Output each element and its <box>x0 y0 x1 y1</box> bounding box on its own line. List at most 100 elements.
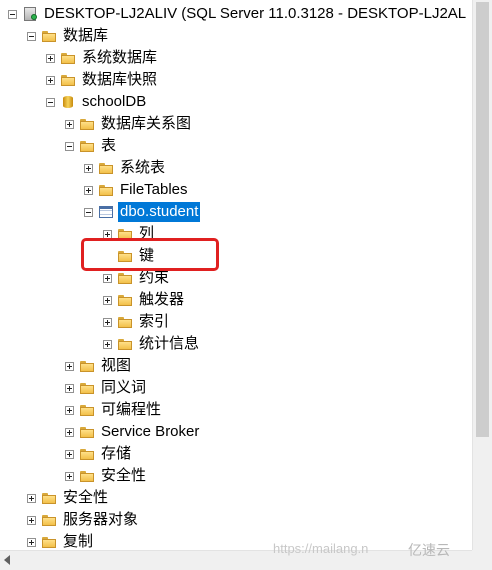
expand-icon[interactable] <box>84 185 93 195</box>
tree-node-databases[interactable]: 数据库 <box>27 25 110 47</box>
folder-icon <box>60 50 76 66</box>
node-label: 表 <box>101 137 117 154</box>
folder-icon <box>117 292 133 308</box>
folder-icon <box>41 490 57 506</box>
folder-icon <box>79 116 95 132</box>
node-label: schoolDB <box>82 93 147 110</box>
expand-icon[interactable] <box>84 163 93 173</box>
tree-node-server[interactable]: DESKTOP-LJ2ALIV (SQL Server 11.0.3128 - … <box>8 3 468 25</box>
object-explorer-tree: DESKTOP-LJ2ALIV (SQL Server 11.0.3128 - … <box>0 0 472 550</box>
node-label: 存储 <box>101 445 132 462</box>
expand-icon[interactable] <box>103 273 112 283</box>
annotation-red-box <box>81 238 219 271</box>
tree-node-replication[interactable]: 复制 <box>27 531 95 550</box>
folder-icon <box>98 182 114 198</box>
scrollbar-corner <box>472 550 492 570</box>
expand-icon[interactable] <box>65 471 74 481</box>
tree-node-dbo-student[interactable]: dbo.student <box>84 201 201 223</box>
folder-icon <box>79 468 95 484</box>
scroll-left-arrow-icon[interactable] <box>4 555 10 565</box>
tree-node-filetables[interactable]: FileTables <box>84 179 190 201</box>
expand-icon[interactable] <box>65 361 74 371</box>
tree-node-system-databases[interactable]: 系统数据库 <box>46 47 159 69</box>
collapse-icon[interactable] <box>65 141 74 151</box>
expand-icon[interactable] <box>46 53 55 63</box>
node-label: 系统表 <box>120 159 166 176</box>
node-label: 同义词 <box>101 379 147 396</box>
node-label: 安全性 <box>63 489 109 506</box>
node-label: 触发器 <box>139 291 185 308</box>
folder-icon <box>117 314 133 330</box>
tree-node-system-tables[interactable]: 系统表 <box>84 157 167 179</box>
table-icon <box>98 204 114 220</box>
watermark-brand: 亿速云 <box>408 543 450 559</box>
tree-node-service-broker[interactable]: Service Broker <box>65 421 201 443</box>
node-label: 复制 <box>63 533 94 550</box>
folder-icon <box>117 336 133 352</box>
tree-node-programmability[interactable]: 可编程性 <box>65 399 163 421</box>
folder-icon <box>41 512 57 528</box>
expand-icon[interactable] <box>27 537 36 547</box>
node-label: 约束 <box>139 269 170 286</box>
folder-icon <box>79 380 95 396</box>
server-label: DESKTOP-LJ2ALIV (SQL Server 11.0.3128 - … <box>44 5 467 22</box>
node-label: 服务器对象 <box>63 511 139 528</box>
node-label: 数据库 <box>63 27 109 44</box>
vertical-scroll-thumb[interactable] <box>476 2 489 437</box>
database-icon <box>60 94 76 110</box>
expand-icon[interactable] <box>27 493 36 503</box>
tree-node-statistics[interactable]: 统计信息 <box>103 333 201 355</box>
expand-icon[interactable] <box>103 295 112 305</box>
folder-icon <box>60 72 76 88</box>
collapse-icon[interactable] <box>27 31 36 41</box>
tree-node-synonyms[interactable]: 同义词 <box>65 377 148 399</box>
node-label: Service Broker <box>101 423 200 440</box>
expand-icon[interactable] <box>103 317 112 327</box>
folder-icon <box>41 534 57 550</box>
collapse-icon[interactable] <box>84 207 93 217</box>
expand-icon[interactable] <box>65 449 74 459</box>
folder-icon <box>79 402 95 418</box>
folder-icon <box>79 358 95 374</box>
tree-node-security[interactable]: 安全性 <box>27 487 110 509</box>
node-label: 数据库快照 <box>82 71 158 88</box>
collapse-icon[interactable] <box>46 97 55 107</box>
tree-node-db-security[interactable]: 安全性 <box>65 465 148 487</box>
expand-icon[interactable] <box>65 119 74 129</box>
expand-icon[interactable] <box>27 515 36 525</box>
expand-icon[interactable] <box>65 405 74 415</box>
tree-node-tables[interactable]: 表 <box>65 135 118 157</box>
folder-icon <box>79 138 95 154</box>
node-label: 数据库关系图 <box>101 115 192 132</box>
node-label: 视图 <box>101 357 132 374</box>
vertical-scrollbar[interactable] <box>472 0 492 550</box>
folder-icon <box>79 446 95 462</box>
node-label: 可编程性 <box>101 401 162 418</box>
tree-node-schooldb[interactable]: schoolDB <box>46 91 148 113</box>
node-label: 索引 <box>139 313 170 330</box>
expand-icon[interactable] <box>46 75 55 85</box>
folder-icon <box>41 28 57 44</box>
server-icon <box>22 6 38 22</box>
tree-node-triggers[interactable]: 触发器 <box>103 289 186 311</box>
node-label: FileTables <box>120 181 188 198</box>
collapse-icon[interactable] <box>8 9 17 19</box>
folder-icon <box>117 270 133 286</box>
expand-icon[interactable] <box>65 383 74 393</box>
expand-icon[interactable] <box>103 339 112 349</box>
tree-node-storage[interactable]: 存储 <box>65 443 133 465</box>
node-label: 系统数据库 <box>82 49 158 66</box>
tree-node-indexes[interactable]: 索引 <box>103 311 171 333</box>
node-label: 统计信息 <box>139 335 200 352</box>
tree-node-db-diagrams[interactable]: 数据库关系图 <box>65 113 193 135</box>
tree-node-views[interactable]: 视图 <box>65 355 133 377</box>
horizontal-scrollbar[interactable] <box>0 550 472 570</box>
folder-icon <box>79 424 95 440</box>
tree-node-server-objects[interactable]: 服务器对象 <box>27 509 140 531</box>
node-label: 安全性 <box>101 467 147 484</box>
watermark-url: https://mailang.n <box>273 541 369 556</box>
expand-icon[interactable] <box>65 427 74 437</box>
node-label-selected: dbo.student <box>118 202 201 222</box>
tree-node-db-snapshots[interactable]: 数据库快照 <box>46 69 159 91</box>
folder-icon <box>98 160 114 176</box>
